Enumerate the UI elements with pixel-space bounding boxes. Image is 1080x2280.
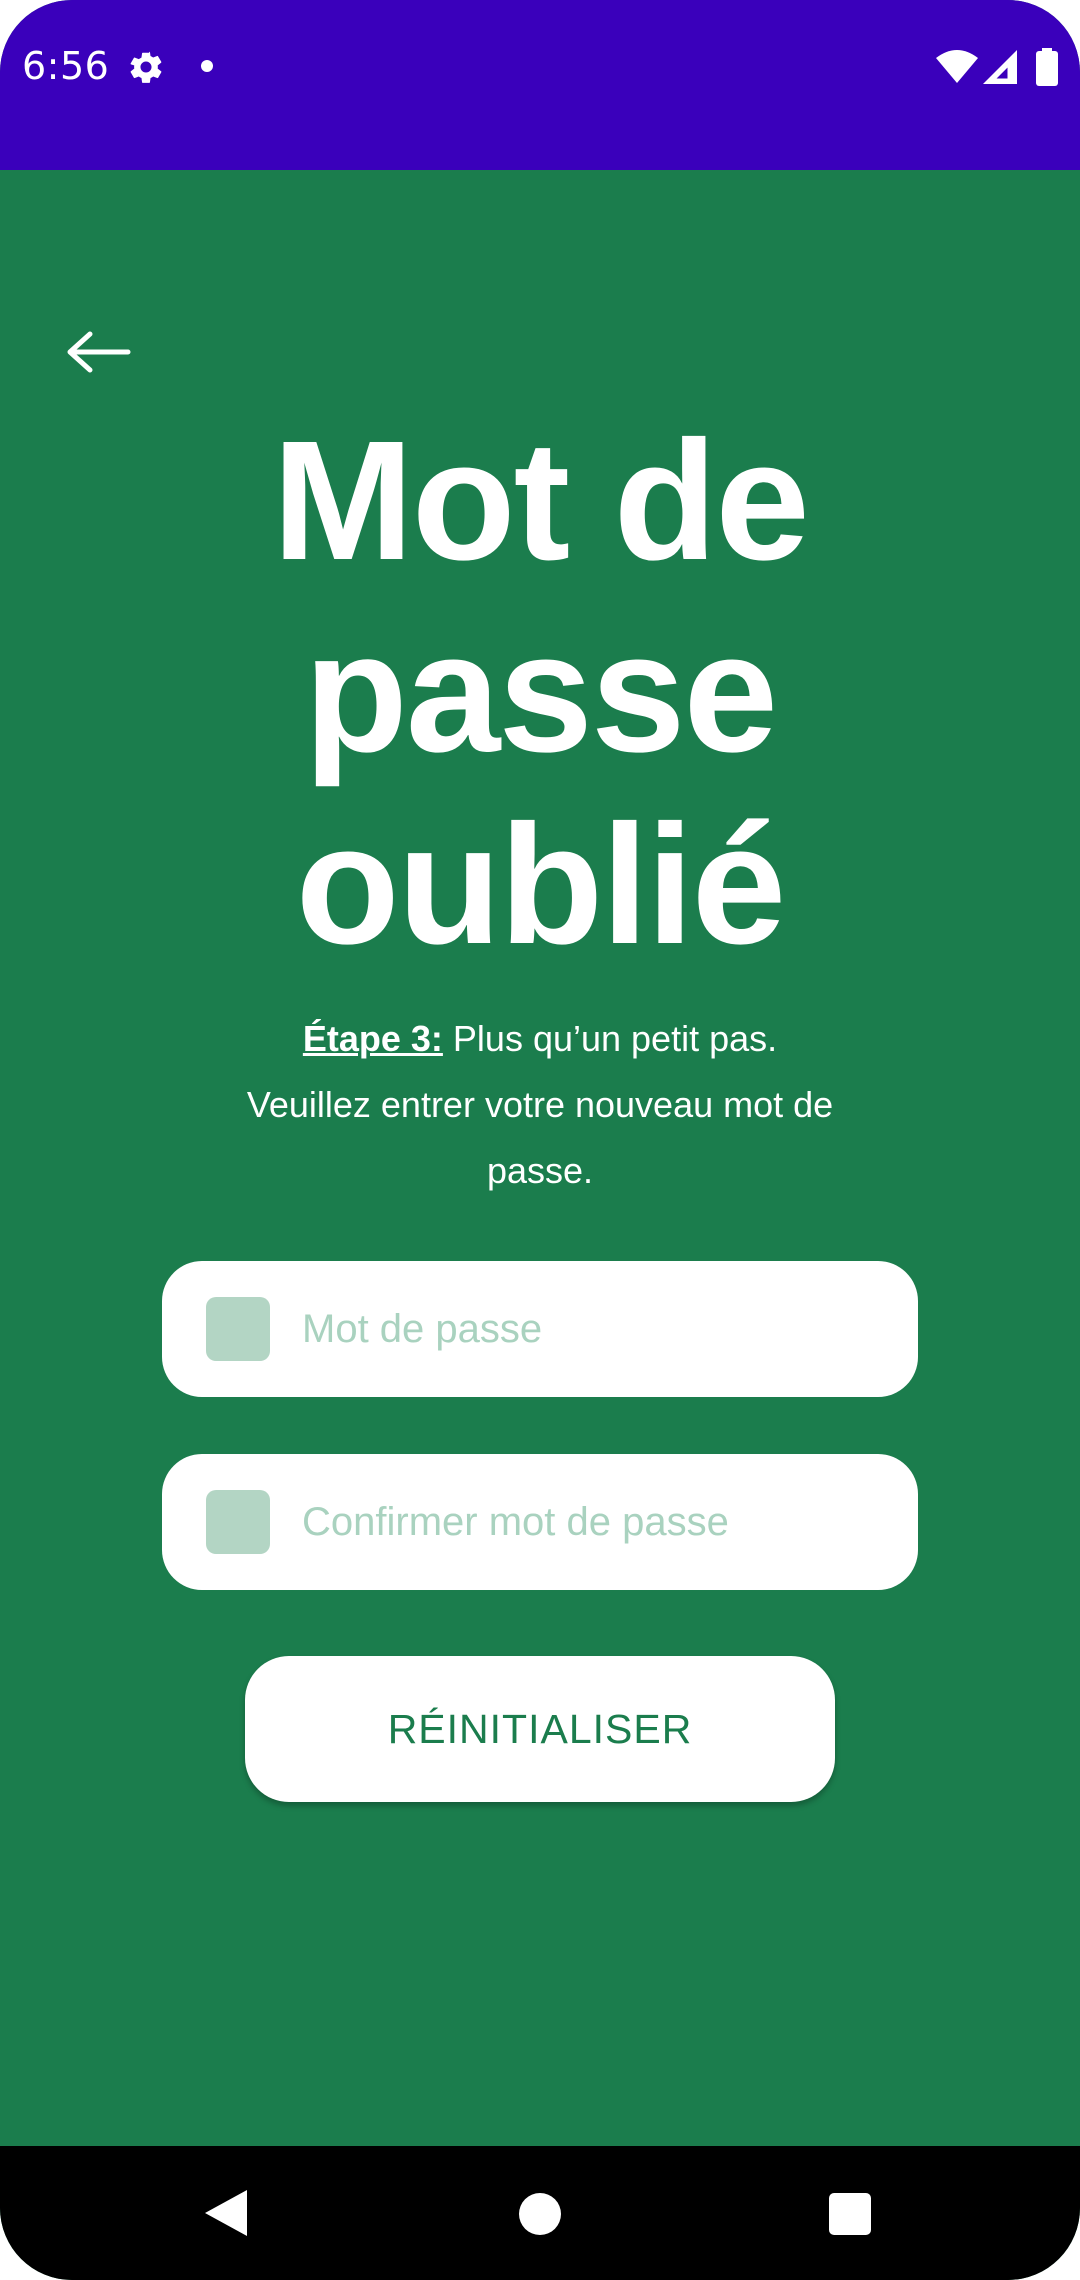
lock-icon <box>206 1490 270 1554</box>
status-bar: 6:56 <box>0 0 1080 170</box>
app-screen: 6:56 Mot de passe oublié Étape 3: Plus q… <box>0 0 1080 2280</box>
confirm-password-input[interactable] <box>302 1454 892 1590</box>
navigation-bar <box>0 2146 1080 2280</box>
recents-square-icon[interactable] <box>829 2193 871 2235</box>
status-time: 6:56 <box>22 44 110 88</box>
confirm-password-field[interactable] <box>162 1454 918 1590</box>
gear-icon <box>130 51 162 83</box>
signal-icon <box>983 50 1017 84</box>
notification-dot-icon <box>201 60 213 72</box>
password-field[interactable] <box>162 1261 918 1397</box>
step-instructions: Étape 3: Plus qu’un petit pas. Veuillez … <box>240 1006 840 1204</box>
back-triangle-icon[interactable] <box>205 2190 247 2236</box>
wifi-icon <box>936 50 978 83</box>
lock-icon <box>206 1297 270 1361</box>
back-arrow-icon[interactable] <box>60 324 140 380</box>
battery-icon <box>1036 48 1058 86</box>
password-input[interactable] <box>302 1261 892 1397</box>
reset-button[interactable]: RÉINITIALISER <box>245 1656 835 1802</box>
home-circle-icon[interactable] <box>519 2193 561 2235</box>
step-label: Étape 3: <box>302 1018 443 1059</box>
page-title: Mot de passe oublié <box>272 406 810 980</box>
